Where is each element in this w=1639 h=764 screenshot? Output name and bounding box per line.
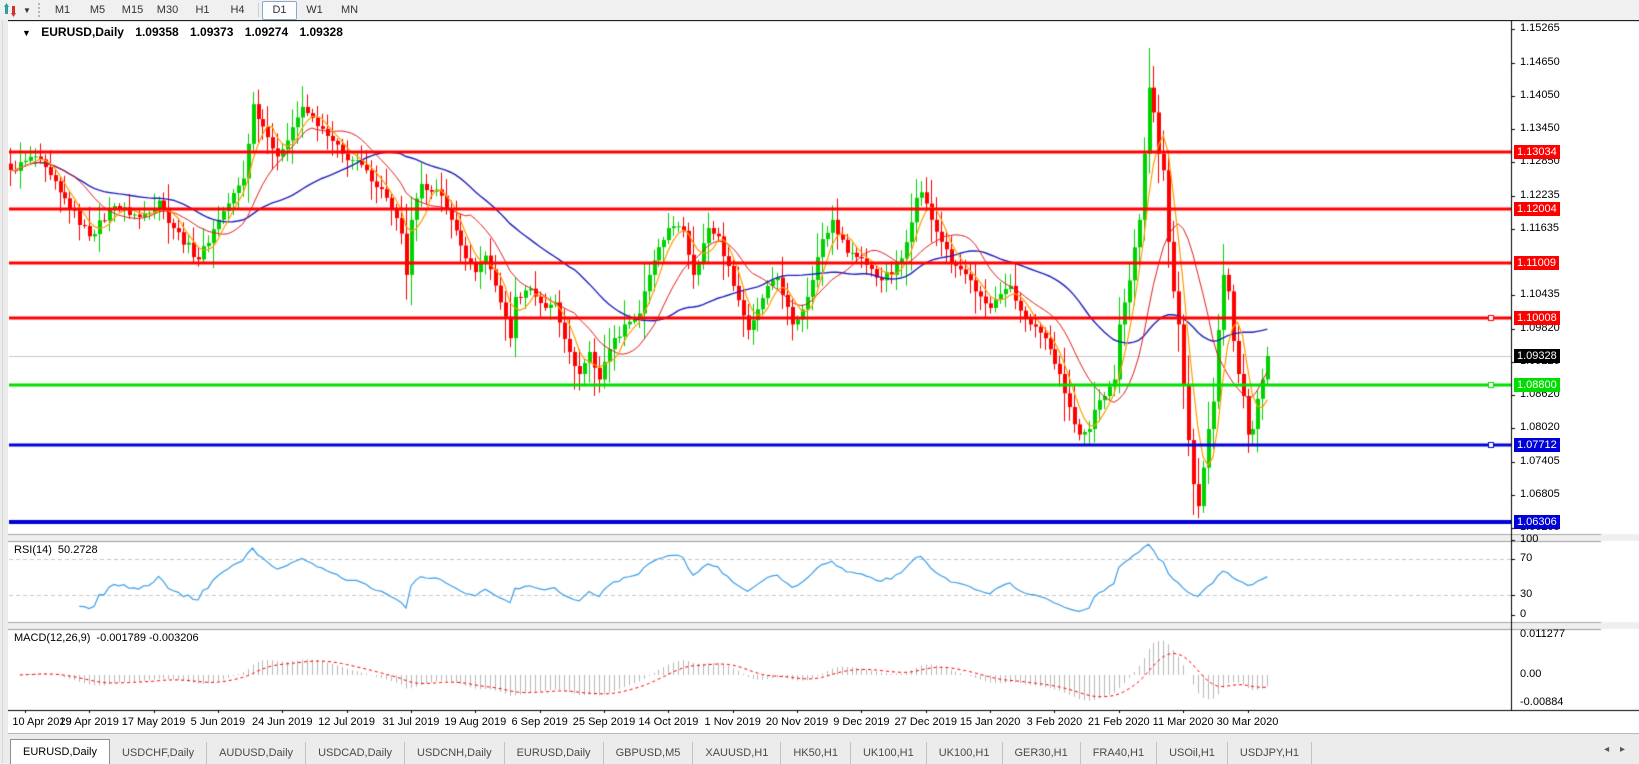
timeframe-button-w1[interactable]: W1 (297, 1, 332, 20)
level-price-label: 1.11009 (1514, 256, 1559, 270)
timeframe-button-m15[interactable]: M15 (115, 1, 150, 20)
rsi-label: RSI(14) (14, 544, 52, 556)
tabs-container: EURUSD,DailyUSDCHF,DailyAUDUSD,DailyUSDC… (8, 739, 1312, 764)
chart-tab-11-ger30-h1[interactable]: GER30,H1 (1003, 742, 1081, 764)
chart-tab-4-usdcnh-daily[interactable]: USDCNH,Daily (405, 742, 505, 764)
date-tick-label: 21 Feb 2020 (1088, 716, 1150, 728)
rsi-value: 50.2728 (58, 544, 98, 556)
price-tick-label: 1.14650 (1520, 56, 1560, 68)
timeframe-toolbar: M1M5M15M30H1H4 D1W1MN (45, 1, 367, 20)
timeframe-button-d1[interactable]: D1 (262, 1, 297, 20)
price-tick-label: 1.07405 (1520, 455, 1560, 467)
price-tick-label: 1.08020 (1520, 421, 1560, 433)
price-tick-label: 1.10435 (1520, 288, 1560, 300)
date-tick-label: 1 Nov 2019 (705, 716, 761, 728)
date-tick-label: 11 Mar 2020 (1153, 716, 1214, 728)
rsi-axis-label: 0 (1520, 608, 1526, 620)
collapse-triangle-icon[interactable]: ▼ (22, 28, 31, 38)
chart-tab-6-gbpusd-m5[interactable]: GBPUSD,M5 (604, 742, 694, 764)
price-tick-label: 1.14050 (1520, 89, 1560, 101)
chart-tab-7-xauusd-h1[interactable]: XAUUSD,H1 (693, 742, 781, 764)
date-tick-label: 6 Sep 2019 (512, 716, 568, 728)
chart-tab-3-usdcad-daily[interactable]: USDCAD,Daily (306, 742, 405, 764)
chart-tab-8-hk50-h1[interactable]: HK50,H1 (781, 742, 851, 764)
date-tick-label: 20 Nov 2019 (766, 716, 828, 728)
level-price-label: 1.08800 (1514, 378, 1560, 392)
timeframe-button-mn[interactable]: MN (332, 1, 367, 20)
chart-symbol-label: EURUSD,Daily (41, 25, 124, 39)
chart-tab-14-usdjpy-h1[interactable]: USDJPY,H1 (1228, 742, 1312, 764)
quote-high: 1.09373 (190, 25, 233, 39)
date-tick-label: 12 Jul 2019 (318, 716, 375, 728)
indicators-icon[interactable] (3, 2, 21, 18)
macd-value: -0.001789 -0.003206 (96, 632, 198, 644)
chart-header: ▼ EURUSD,Daily 1.09358 1.09373 1.09274 1… (22, 25, 343, 39)
rsi-axis-label: 30 (1520, 588, 1532, 600)
chart-tab-10-uk100-h1[interactable]: UK100,H1 (927, 742, 1003, 764)
chart-tab-5-eurusd-daily[interactable]: EURUSD,Daily (505, 742, 604, 764)
current-price-label: 1.09328 (1514, 349, 1560, 363)
tab-scroll-arrows[interactable]: ◂ ▸ (1604, 744, 1629, 755)
date-tick-label: 17 May 2019 (122, 716, 186, 728)
toolbar-grip (38, 3, 40, 17)
date-tick-label: 14 Oct 2019 (638, 716, 698, 728)
timeframe-button-m1[interactable]: M1 (45, 1, 80, 20)
timeframe-button-m5[interactable]: M5 (80, 1, 115, 20)
price-tick-label: 1.06805 (1520, 488, 1560, 500)
chart-tab-9-uk100-h1[interactable]: UK100,H1 (851, 742, 927, 764)
date-tick-label: 30 Mar 2020 (1217, 716, 1279, 728)
top-toolbar: ▼ M1M5M15M30H1H4 D1W1MN (0, 0, 1639, 21)
chart-tab-0-eurusd-daily[interactable]: EURUSD,Daily (10, 739, 110, 764)
level-price-label: 1.06306 (1514, 515, 1560, 529)
date-tick-label: 9 Dec 2019 (833, 716, 889, 728)
macd-axis-label: -0.00884 (1520, 696, 1563, 708)
level-price-label: 1.07712 (1514, 438, 1560, 452)
timeframe-button-m30[interactable]: M30 (150, 1, 185, 20)
date-tick-label: 25 Sep 2019 (573, 716, 635, 728)
date-tick-label: 3 Feb 2020 (1027, 716, 1083, 728)
rsi-pane-label: RSI(14) 50.2728 (14, 544, 98, 556)
quote-low: 1.09274 (245, 25, 288, 39)
chart-tab-bar: EURUSD,DailyUSDCHF,DailyAUDUSD,DailyUSDC… (8, 733, 1639, 764)
macd-axis-label: 0.011277 (1520, 628, 1565, 640)
date-tick-label: 29 Apr 2019 (60, 716, 119, 728)
rsi-axis-label: 100 (1520, 533, 1538, 545)
timeframe-button-h4[interactable]: H4 (220, 1, 255, 20)
level-price-label: 1.13034 (1514, 145, 1560, 159)
price-tick-label: 1.15265 (1520, 22, 1560, 34)
level-price-label: 1.12004 (1514, 202, 1560, 216)
rsi-axis-label: 70 (1520, 552, 1532, 564)
price-tick-label: 1.11635 (1520, 222, 1559, 234)
date-tick-label: 5 Jun 2019 (191, 716, 245, 728)
date-tick-label: 31 Jul 2019 (382, 716, 439, 728)
macd-label: MACD(12,26,9) (14, 632, 90, 644)
chart-canvas[interactable] (8, 20, 1639, 733)
chart-tab-12-fra40-h1[interactable]: FRA40,H1 (1081, 742, 1157, 764)
quote-close: 1.09328 (300, 25, 343, 39)
date-tick-label: 24 Jun 2019 (252, 716, 313, 728)
date-tick-label: 27 Dec 2019 (895, 716, 957, 728)
macd-axis-label: 0.00 (1520, 668, 1541, 680)
macd-pane-label: MACD(12,26,9) -0.001789 -0.003206 (14, 632, 199, 644)
chevron-down-icon[interactable]: ▼ (21, 6, 33, 15)
price-tick-label: 1.13450 (1520, 122, 1560, 134)
chart-tab-2-audusd-daily[interactable]: AUDUSD,Daily (207, 742, 306, 764)
date-tick-label: 15 Jan 2020 (960, 716, 1021, 728)
chart-tab-1-usdchf-daily[interactable]: USDCHF,Daily (110, 742, 207, 764)
quote-open: 1.09358 (135, 25, 178, 39)
date-tick-label: 19 Aug 2019 (444, 716, 506, 728)
chart-tab-13-usoil-h1[interactable]: USOil,H1 (1157, 742, 1228, 764)
timeframe-button-h1[interactable]: H1 (185, 1, 220, 20)
price-tick-label: 1.12235 (1520, 189, 1560, 201)
level-price-label: 1.10008 (1514, 311, 1560, 325)
